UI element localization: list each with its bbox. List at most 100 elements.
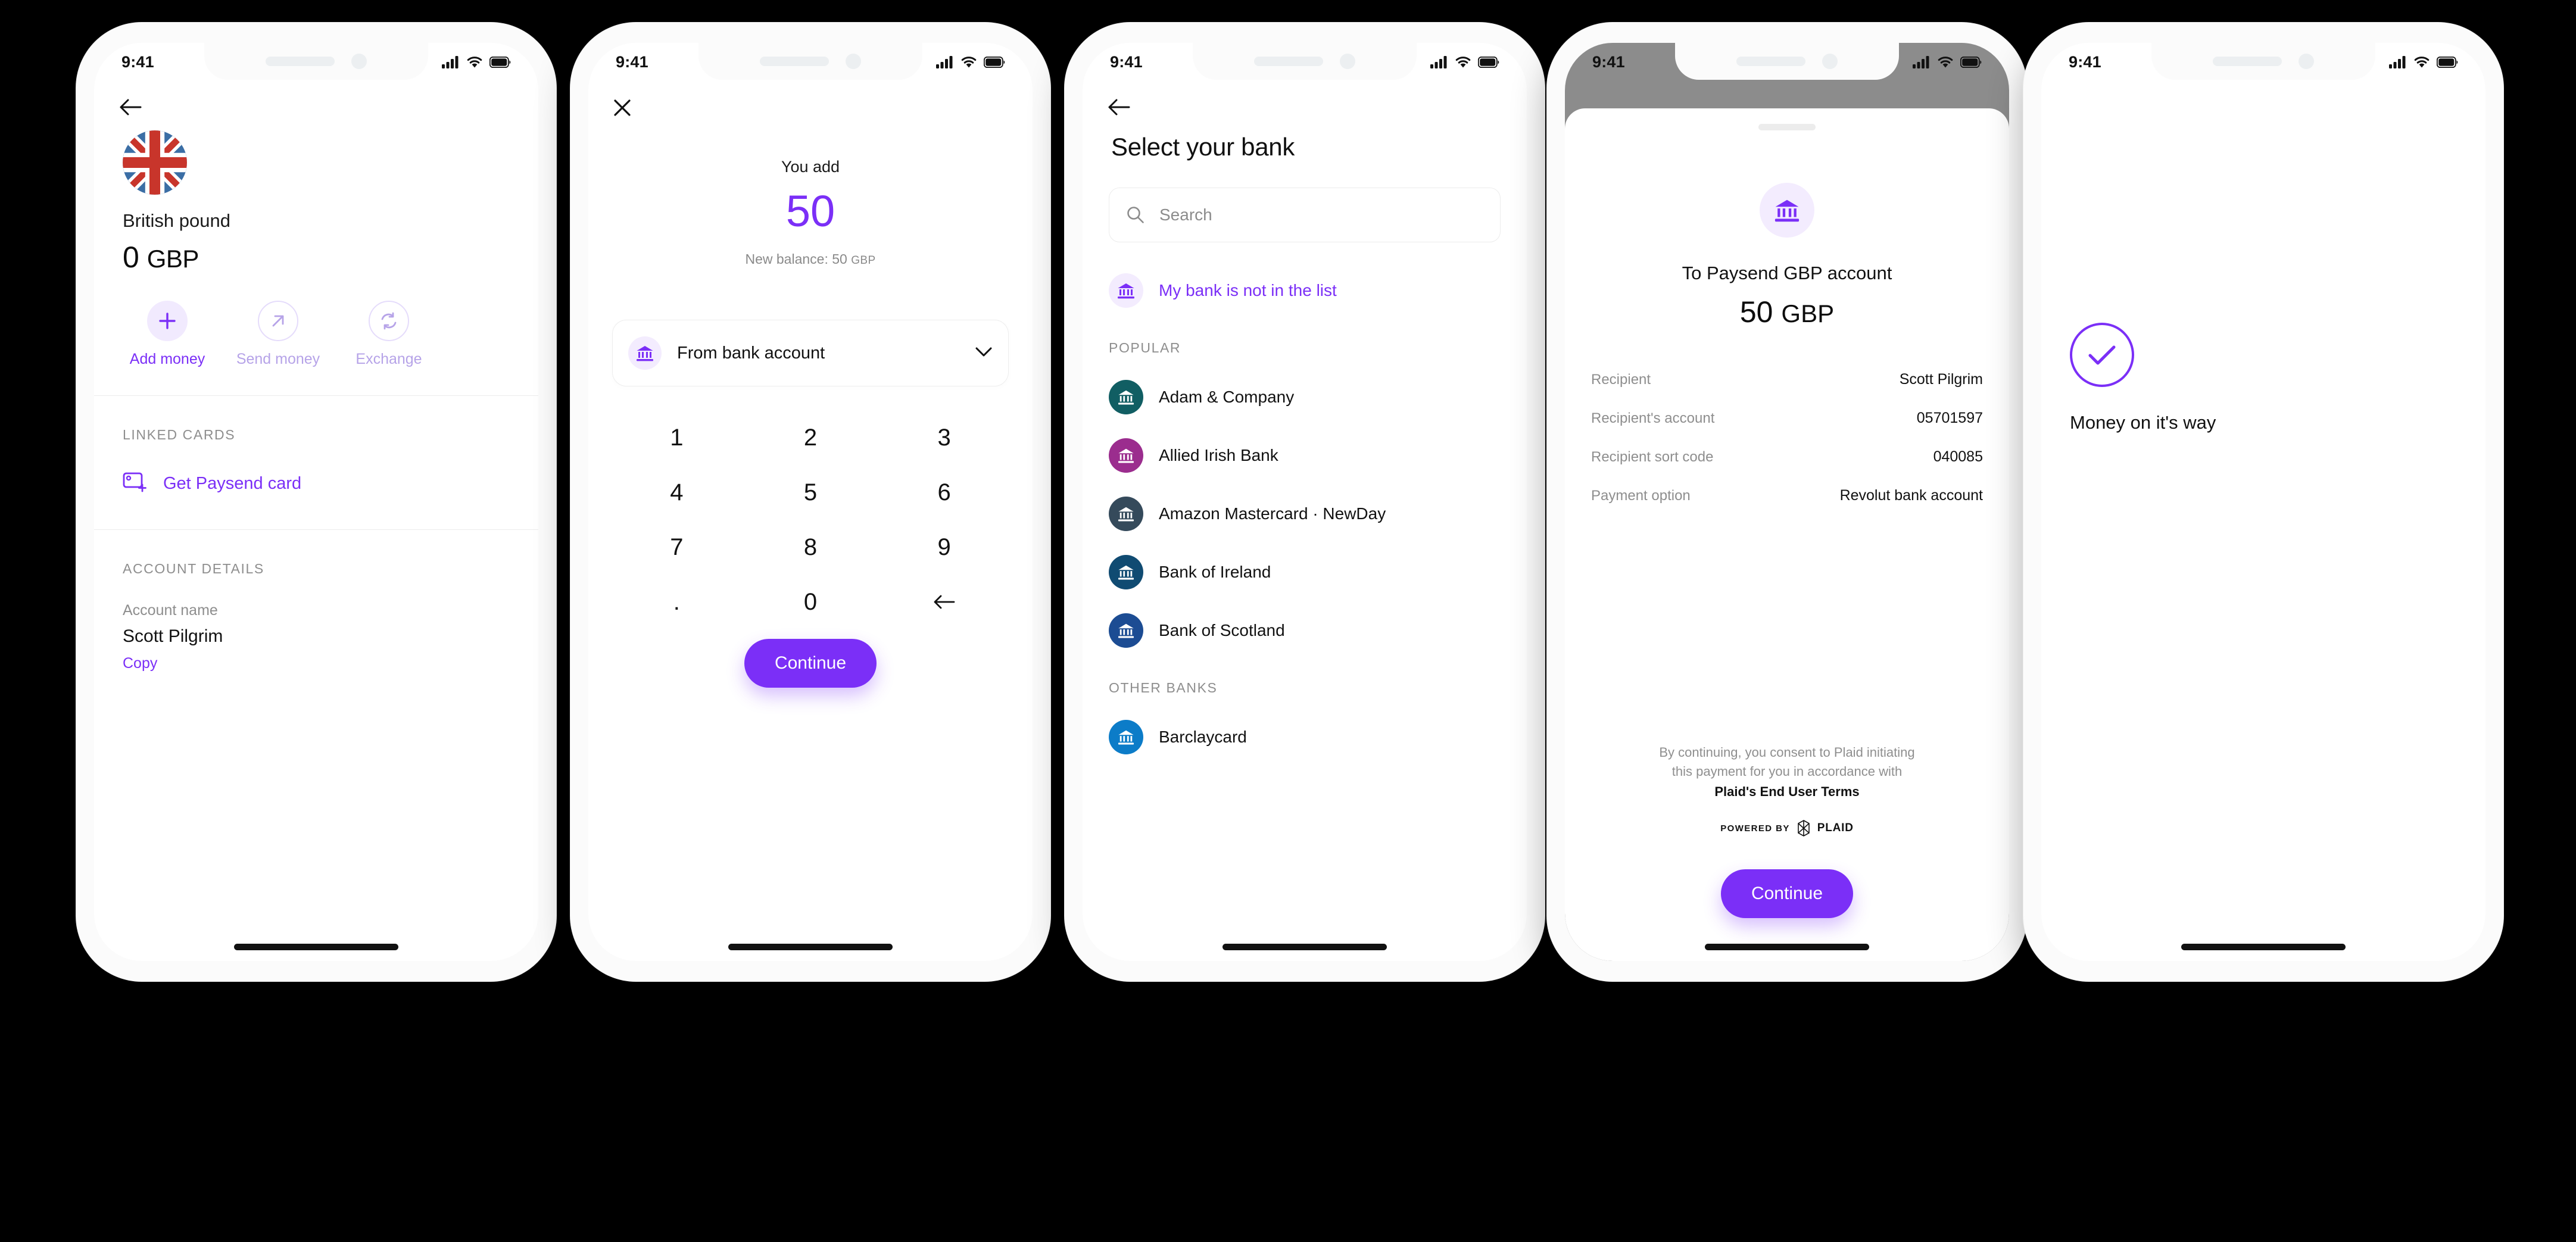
close-button[interactable] (588, 81, 1033, 121)
screen-1: 9:41 British pound 0 GBP Add money Send … (94, 43, 538, 961)
plaid-terms-link[interactable]: Plaid's End User Terms (1591, 782, 1983, 801)
wifi-icon (2414, 56, 2430, 67)
bank-list-item[interactable]: Barclaycard (1083, 696, 1527, 754)
payment-details-table: Recipient Scott Pilgrim Recipient's acco… (1591, 360, 1983, 515)
bank-name: Amazon Mastercard · NewDay (1159, 504, 1386, 523)
amount-display: You add 50 New balance: 50 GBP (588, 121, 1033, 267)
bank-icon (1109, 613, 1143, 648)
screen-3-body: Select your bank Search My bank is not i… (1083, 81, 1527, 961)
wifi-icon (961, 56, 977, 67)
home-indicator (234, 944, 398, 950)
bank-list-item[interactable]: Bank of Ireland (1083, 531, 1527, 589)
powered-by-plaid: POWERED BY PLAID (1565, 819, 2009, 837)
back-button[interactable] (94, 81, 538, 120)
plaid-bottom-sheet: To Paysend GBP account 50 GBP Recipient … (1565, 108, 2009, 961)
continue-button[interactable]: Continue (1721, 869, 1853, 918)
bank-list-item[interactable]: Adam & Company (1083, 356, 1527, 414)
currency-name: British pound (123, 210, 230, 231)
speaker-grille (1736, 57, 1805, 66)
funding-source-select[interactable]: From bank account (612, 320, 1009, 386)
notch (1193, 43, 1417, 80)
bank-icon (1109, 380, 1143, 414)
consent-text: By continuing, you consent to Plaid init… (1591, 743, 1983, 801)
screen-3: 9:41 Select your bank Search My bank is … (1083, 43, 1527, 961)
front-camera (351, 54, 367, 69)
chevron-down-icon (975, 347, 993, 360)
phone-5-success-screen: 9:41 Money on it's way (2023, 23, 2503, 981)
key-9[interactable]: 9 (877, 521, 1011, 573)
back-arrow-icon (120, 99, 142, 116)
key-3[interactable]: 3 (877, 411, 1011, 464)
payment-amount: 50 GBP (1591, 295, 1983, 329)
funding-source-label: From bank account (677, 343, 825, 363)
battery-icon (489, 56, 511, 68)
speaker-grille (266, 57, 335, 66)
status-time: 9:41 (121, 52, 154, 71)
add-money-button[interactable]: Add money (112, 301, 223, 368)
key-decimal[interactable]: . (610, 576, 744, 628)
status-icons (442, 55, 511, 68)
other-banks-group-title: OTHER BANKS (1109, 680, 1218, 695)
phone-3-select-bank-screen: 9:41 Select your bank Search My bank is … (1065, 23, 1545, 981)
status-time: 9:41 (1592, 52, 1625, 71)
bank-not-in-list-button[interactable]: My bank is not in the list (1083, 242, 1527, 308)
new-balance-currency: GBP (851, 254, 876, 267)
search-input[interactable]: Search (1109, 188, 1501, 242)
wifi-icon (1455, 56, 1471, 67)
key-5[interactable]: 5 (744, 466, 878, 519)
home-indicator (1705, 944, 1869, 950)
send-money-button[interactable]: Send money (223, 301, 333, 368)
key-backspace[interactable] (877, 576, 1011, 628)
status-time: 9:41 (616, 52, 648, 71)
bank-list-item[interactable]: Amazon Mastercard · NewDay (1083, 473, 1527, 531)
table-row: Recipient's account 05701597 (1591, 399, 1983, 438)
sheet-grabber[interactable] (1758, 124, 1816, 130)
bank-list-item[interactable]: Allied Irish Bank (1083, 414, 1527, 473)
currency-hero: British pound 0 GBP (94, 120, 538, 274)
key-8[interactable]: 8 (744, 521, 878, 573)
key-1[interactable]: 1 (610, 411, 744, 464)
new-balance-text: New balance: 50 GBP (588, 251, 1033, 267)
home-indicator (728, 944, 893, 950)
cellular-signal-icon (936, 56, 953, 68)
bank-icon (628, 336, 662, 370)
home-indicator (2181, 944, 2346, 950)
battery-icon (1960, 56, 1982, 68)
phone-1-account-screen: 9:41 British pound 0 GBP Add money Send … (76, 23, 556, 981)
notch (698, 43, 922, 80)
balance-currency: GBP (146, 245, 199, 273)
screen-4: 9:41 To Paysend GBP account 50 GBP Recip… (1565, 43, 2009, 961)
bank-not-in-list-label: My bank is not in the list (1159, 281, 1337, 299)
screen-5: 9:41 Money on it's way (2041, 43, 2485, 961)
notch (1675, 43, 1899, 80)
amount-value: 50 (785, 186, 835, 236)
battery-icon (984, 56, 1005, 68)
continue-button[interactable]: Continue (744, 639, 877, 688)
bank-name: Bank of Ireland (1159, 563, 1271, 581)
continue-button-wrap: Continue (1565, 869, 2009, 918)
account-details-title: ACCOUNT DETAILS (123, 561, 264, 576)
key-6[interactable]: 6 (877, 466, 1011, 519)
bank-list-item[interactable]: Bank of Scotland (1083, 589, 1527, 648)
exchange-button[interactable]: Exchange (333, 301, 444, 368)
get-paysend-card-row[interactable]: Get Paysend card (94, 443, 538, 496)
row-key: Recipient's account (1591, 410, 1715, 426)
status-icons (936, 55, 1005, 68)
key-7[interactable]: 7 (610, 521, 744, 573)
row-key: Payment option (1591, 488, 1691, 504)
front-camera (1822, 54, 1838, 69)
bank-icon (1109, 273, 1143, 308)
front-camera (1340, 54, 1355, 69)
key-0[interactable]: 0 (744, 576, 878, 628)
refresh-exchange-icon (369, 301, 409, 341)
quick-actions: Add money Send money Exchange (94, 274, 538, 368)
key-2[interactable]: 2 (744, 411, 878, 464)
home-indicator (1222, 944, 1387, 950)
bank-name: Bank of Scotland (1159, 621, 1285, 639)
bank-name: Barclaycard (1159, 728, 1247, 746)
back-button[interactable] (1083, 81, 1527, 120)
copy-button[interactable]: Copy (94, 647, 538, 672)
consent-line-2: this payment for you in accordance with (1671, 764, 1903, 779)
key-4[interactable]: 4 (610, 466, 744, 519)
search-icon (1127, 207, 1144, 223)
